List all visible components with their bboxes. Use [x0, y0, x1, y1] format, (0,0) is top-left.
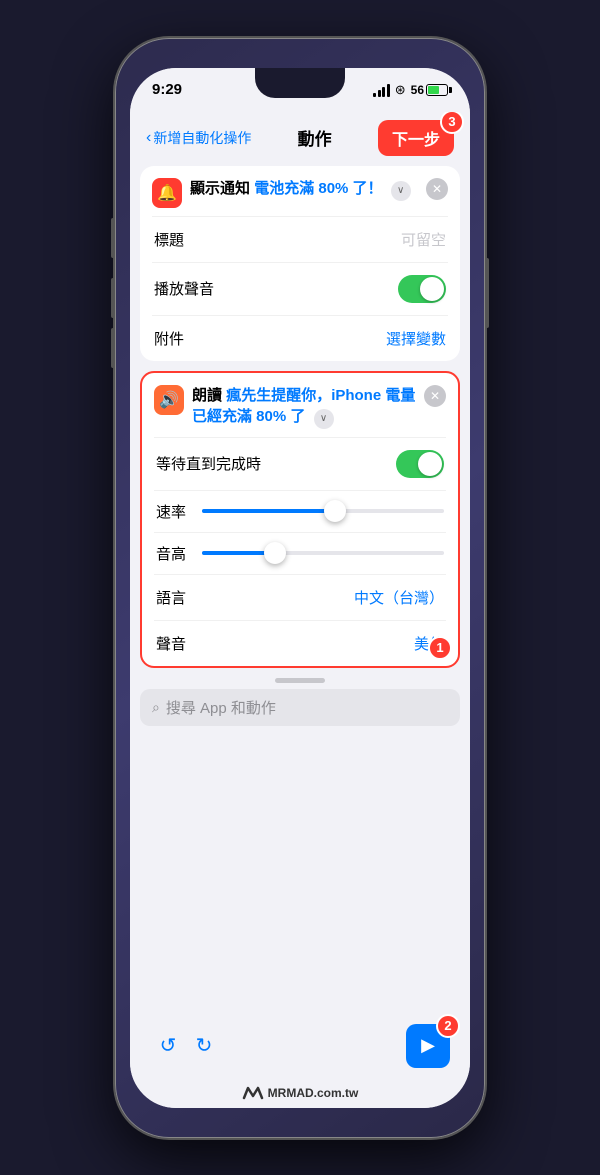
- search-bar[interactable]: ⌕ 搜尋 App 和動作: [140, 689, 460, 726]
- title-label: 標題: [154, 229, 184, 250]
- pitch-slider[interactable]: [202, 551, 444, 555]
- battery-icon: 56: [411, 83, 448, 97]
- notification-highlight-text: 電池充滿 80% 了！: [254, 180, 382, 197]
- redo-button[interactable]: ↻: [186, 1028, 222, 1064]
- notification-chevron-icon[interactable]: ∨: [391, 181, 411, 201]
- back-button[interactable]: ‹ 新增自動化操作: [146, 128, 251, 148]
- card-speak: 🔊 朗讀 瘋先生提醒你，iPhone 電量已經充滿 80% 了 ∨ ✕ 等待直到…: [140, 371, 460, 668]
- speak-icon: 🔊: [154, 385, 184, 415]
- sound-toggle[interactable]: [398, 275, 446, 303]
- notification-close-button[interactable]: ✕: [426, 178, 448, 200]
- wait-toggle[interactable]: [396, 450, 444, 478]
- attach-label: 附件: [154, 328, 184, 349]
- search-placeholder: 搜尋 App 和動作: [166, 697, 276, 718]
- content-area[interactable]: ‹ 新增自動化操作 動作 下一步 3 🔔 顯示通知: [130, 112, 470, 1016]
- search-icon: ⌕: [152, 699, 160, 716]
- card-speak-header: 🔊 朗讀 瘋先生提醒你，iPhone 電量已經充滿 80% 了 ∨ ✕: [142, 373, 458, 437]
- undo-button[interactable]: ↺: [150, 1028, 186, 1064]
- card-notification-header: 🔔 顯示通知 電池充滿 80% 了！ ∨ ✕: [140, 166, 460, 216]
- handle-bar: [275, 678, 325, 683]
- rate-slider[interactable]: [202, 509, 444, 513]
- speak-title: 朗讀 瘋先生提醒你，iPhone 電量已經充滿 80% 了 ∨: [192, 385, 416, 429]
- pitch-label: 音高: [156, 543, 192, 564]
- next-button-container: 下一步 3: [378, 120, 454, 156]
- wait-row: 等待直到完成時: [142, 438, 458, 490]
- voice-row: 聲音 美佳: [142, 621, 458, 666]
- nav-bar: ‹ 新增自動化操作 動作 下一步 3: [140, 112, 460, 166]
- play-icon: ▶: [421, 1035, 435, 1056]
- title-placeholder: 可留空: [401, 229, 446, 250]
- brand-logo: MRMAD.com.tw: [242, 1086, 359, 1100]
- lang-label: 語言: [156, 587, 186, 608]
- undo-icon: ↺: [160, 1033, 177, 1058]
- status-bar: 9:29 ⊛ 56: [130, 68, 470, 112]
- voice-label: 聲音: [156, 633, 186, 654]
- sound-row: 播放聲音: [140, 263, 460, 315]
- lang-value[interactable]: 中文（台灣）: [354, 587, 444, 608]
- phone-screen: 9:29 ⊛ 56: [130, 68, 470, 1108]
- notification-title: 顯示通知 電池充滿 80% 了！ ∨: [190, 178, 418, 201]
- attach-value[interactable]: 選擇變數: [386, 328, 446, 349]
- title-row: 標題 可留空: [140, 217, 460, 262]
- brand-bar: MRMAD.com.tw: [130, 1082, 470, 1108]
- card-notification: 🔔 顯示通知 電池充滿 80% 了！ ∨ ✕ 標題 可留空: [140, 166, 460, 361]
- notification-icon: 🔔: [152, 178, 182, 208]
- speak-highlight-text: 瘋先生提醒你，iPhone 電量已經充滿 80% 了: [192, 387, 415, 425]
- chevron-left-icon: ‹: [146, 129, 151, 147]
- wait-label: 等待直到完成時: [156, 453, 261, 474]
- redo-icon: ↻: [196, 1033, 213, 1058]
- signal-icon: [373, 83, 390, 97]
- speaker-icon: 🔊: [159, 390, 179, 410]
- bottom-toolbar: ↺ ↻ ▶ 2: [130, 1016, 470, 1082]
- lang-row: 語言 中文（台灣）: [142, 575, 458, 620]
- play-button-container: ▶ 2: [406, 1024, 450, 1068]
- brand-text: MRMAD.com.tw: [268, 1086, 359, 1100]
- bell-icon: 🔔: [157, 183, 177, 203]
- page-title: 動作: [298, 125, 332, 150]
- phone-frame: 9:29 ⊛ 56: [115, 38, 485, 1138]
- sound-label: 播放聲音: [154, 278, 214, 299]
- status-time: 9:29: [152, 81, 182, 98]
- badge-2: 2: [436, 1014, 460, 1038]
- rate-label: 速率: [156, 501, 192, 522]
- wifi-icon: ⊛: [395, 82, 406, 98]
- brand-logo-svg: [242, 1086, 264, 1100]
- badge-3: 3: [440, 112, 464, 134]
- speak-action-name: 朗讀: [192, 387, 222, 404]
- back-label: 新增自動化操作: [153, 128, 251, 148]
- rate-row: 速率: [142, 491, 458, 532]
- speak-close-button[interactable]: ✕: [424, 385, 446, 407]
- pitch-row: 音高: [142, 533, 458, 574]
- status-icons: ⊛ 56: [373, 82, 448, 98]
- speak-chevron-icon[interactable]: ∨: [314, 409, 334, 429]
- notification-action-name: 顯示通知: [190, 180, 250, 197]
- battery-level: 56: [411, 83, 424, 97]
- badge-1: 1: [428, 636, 452, 660]
- attach-row: 附件 選擇變數: [140, 316, 460, 361]
